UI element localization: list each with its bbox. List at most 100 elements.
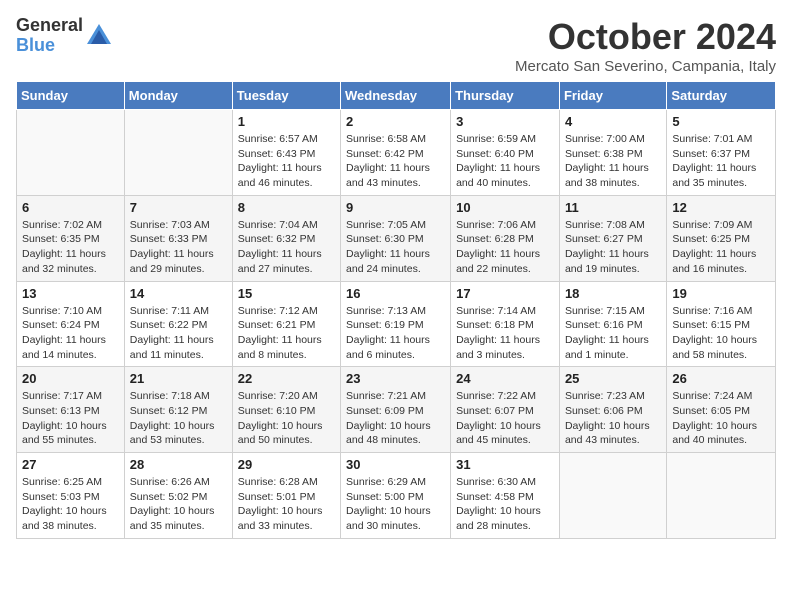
day-info: Sunrise: 6:26 AMSunset: 5:02 PMDaylight:… <box>130 475 227 534</box>
day-number: 2 <box>346 114 445 129</box>
calendar-cell: 3 Sunrise: 6:59 AMSunset: 6:40 PMDaylight… <box>451 110 560 196</box>
day-number: 18 <box>565 286 661 301</box>
day-info: Sunrise: 7:09 AMSunset: 6:25 PMDaylight:… <box>672 218 770 277</box>
calendar-cell: 6Sunrise: 7:02 AMSunset: 6:35 PMDaylight… <box>17 195 125 281</box>
calendar-week-row: 1 Sunrise: 6:57 AMSunset: 6:43 PMDaylight… <box>17 110 776 196</box>
day-number: 25 <box>565 371 661 386</box>
calendar-cell: 14 Sunrise: 7:11 AMSunset: 6:22 PMDayligh… <box>124 281 232 367</box>
day-info: Sunrise: 7:21 AMSunset: 6:09 PMDaylight:… <box>346 389 445 448</box>
calendar-cell: 10 Sunrise: 7:06 AMSunset: 6:28 PMDayligh… <box>451 195 560 281</box>
day-info: Sunrise: 7:23 AMSunset: 6:06 PMDaylight:… <box>565 389 661 448</box>
calendar-cell: 20 Sunrise: 7:17 AMSunset: 6:13 PMDayligh… <box>17 367 125 453</box>
day-number: 8 <box>238 200 335 215</box>
day-number: 28 <box>130 457 227 472</box>
day-info: Sunrise: 7:13 AMSunset: 6:19 PMDaylight:… <box>346 304 445 363</box>
day-info: Sunrise: 7:11 AMSunset: 6:22 PMDaylight:… <box>130 304 227 363</box>
day-info: Sunrise: 7:24 AMSunset: 6:05 PMDaylight:… <box>672 389 770 448</box>
logo-general: General <box>16 16 83 36</box>
day-of-week-header: Friday <box>559 82 666 110</box>
day-info: Sunrise: 7:17 AMSunset: 6:13 PMDaylight:… <box>22 389 119 448</box>
calendar-cell: 1 Sunrise: 6:57 AMSunset: 6:43 PMDaylight… <box>232 110 340 196</box>
day-number: 12 <box>672 200 770 215</box>
day-info: Sunrise: 6:57 AMSunset: 6:43 PMDaylight:… <box>238 132 335 191</box>
logo: General Blue <box>16 16 113 56</box>
day-number: 11 <box>565 200 661 215</box>
day-info: Sunrise: 7:14 AMSunset: 6:18 PMDaylight:… <box>456 304 554 363</box>
day-info: Sunrise: 6:59 AMSunset: 6:40 PMDaylight:… <box>456 132 554 191</box>
day-info: Sunrise: 7:02 AMSunset: 6:35 PMDaylight:… <box>22 218 119 277</box>
calendar-cell: 9 Sunrise: 7:05 AMSunset: 6:30 PMDaylight… <box>341 195 451 281</box>
day-number: 30 <box>346 457 445 472</box>
calendar-cell: 25 Sunrise: 7:23 AMSunset: 6:06 PMDayligh… <box>559 367 666 453</box>
calendar-cell: 5Sunrise: 7:01 AMSunset: 6:37 PMDaylight… <box>667 110 776 196</box>
calendar-week-row: 20 Sunrise: 7:17 AMSunset: 6:13 PMDayligh… <box>17 367 776 453</box>
day-number: 15 <box>238 286 335 301</box>
day-info: Sunrise: 7:06 AMSunset: 6:28 PMDaylight:… <box>456 218 554 277</box>
day-info: Sunrise: 7:22 AMSunset: 6:07 PMDaylight:… <box>456 389 554 448</box>
title-block: October 2024 Mercato San Severino, Campa… <box>515 16 776 75</box>
day-number: 22 <box>238 371 335 386</box>
day-info: Sunrise: 7:04 AMSunset: 6:32 PMDaylight:… <box>238 218 335 277</box>
day-number: 13 <box>22 286 119 301</box>
calendar-cell: 21 Sunrise: 7:18 AMSunset: 6:12 PMDayligh… <box>124 367 232 453</box>
location: Mercato San Severino, Campania, Italy <box>515 58 776 75</box>
calendar-cell: 2 Sunrise: 6:58 AMSunset: 6:42 PMDaylight… <box>341 110 451 196</box>
day-number: 16 <box>346 286 445 301</box>
day-number: 5 <box>672 114 770 129</box>
day-number: 10 <box>456 200 554 215</box>
calendar-cell <box>17 110 125 196</box>
day-number: 31 <box>456 457 554 472</box>
day-of-week-header: Tuesday <box>232 82 340 110</box>
page-header: General Blue October 2024 Mercato San Se… <box>16 16 776 75</box>
calendar-week-row: 13Sunrise: 7:10 AMSunset: 6:24 PMDayligh… <box>17 281 776 367</box>
day-number: 29 <box>238 457 335 472</box>
day-info: Sunrise: 6:58 AMSunset: 6:42 PMDaylight:… <box>346 132 445 191</box>
day-info: Sunrise: 7:08 AMSunset: 6:27 PMDaylight:… <box>565 218 661 277</box>
day-info: Sunrise: 7:00 AMSunset: 6:38 PMDaylight:… <box>565 132 661 191</box>
calendar-cell <box>667 453 776 539</box>
calendar-cell: 26 Sunrise: 7:24 AMSunset: 6:05 PMDayligh… <box>667 367 776 453</box>
day-info: Sunrise: 7:05 AMSunset: 6:30 PMDaylight:… <box>346 218 445 277</box>
calendar-cell: 18Sunrise: 7:15 AMSunset: 6:16 PMDayligh… <box>559 281 666 367</box>
day-number: 19 <box>672 286 770 301</box>
calendar-week-row: 27 Sunrise: 6:25 AMSunset: 5:03 PMDayligh… <box>17 453 776 539</box>
calendar-cell: 28 Sunrise: 6:26 AMSunset: 5:02 PMDayligh… <box>124 453 232 539</box>
day-info: Sunrise: 6:25 AMSunset: 5:03 PMDaylight:… <box>22 475 119 534</box>
calendar-cell: 8 Sunrise: 7:04 AMSunset: 6:32 PMDaylight… <box>232 195 340 281</box>
day-of-week-header: Wednesday <box>341 82 451 110</box>
day-number: 23 <box>346 371 445 386</box>
day-info: Sunrise: 6:29 AMSunset: 5:00 PMDaylight:… <box>346 475 445 534</box>
day-number: 27 <box>22 457 119 472</box>
day-number: 20 <box>22 371 119 386</box>
day-info: Sunrise: 7:16 AMSunset: 6:15 PMDaylight:… <box>672 304 770 363</box>
day-info: Sunrise: 6:28 AMSunset: 5:01 PMDaylight:… <box>238 475 335 534</box>
day-of-week-header: Monday <box>124 82 232 110</box>
calendar-cell: 23 Sunrise: 7:21 AMSunset: 6:09 PMDayligh… <box>341 367 451 453</box>
day-info: Sunrise: 7:03 AMSunset: 6:33 PMDaylight:… <box>130 218 227 277</box>
calendar-cell: 24 Sunrise: 7:22 AMSunset: 6:07 PMDayligh… <box>451 367 560 453</box>
day-info: Sunrise: 7:18 AMSunset: 6:12 PMDaylight:… <box>130 389 227 448</box>
day-number: 14 <box>130 286 227 301</box>
day-number: 26 <box>672 371 770 386</box>
calendar: SundayMondayTuesdayWednesdayThursdayFrid… <box>16 81 776 539</box>
calendar-cell: 30 Sunrise: 6:29 AMSunset: 5:00 PMDayligh… <box>341 453 451 539</box>
day-number: 17 <box>456 286 554 301</box>
day-number: 24 <box>456 371 554 386</box>
calendar-week-row: 6Sunrise: 7:02 AMSunset: 6:35 PMDaylight… <box>17 195 776 281</box>
day-info: Sunrise: 7:12 AMSunset: 6:21 PMDaylight:… <box>238 304 335 363</box>
calendar-cell <box>559 453 666 539</box>
day-number: 4 <box>565 114 661 129</box>
calendar-cell: 19 Sunrise: 7:16 AMSunset: 6:15 PMDayligh… <box>667 281 776 367</box>
day-info: Sunrise: 6:30 AMSunset: 4:58 PMDaylight:… <box>456 475 554 534</box>
day-of-week-header: Saturday <box>667 82 776 110</box>
day-of-week-header: Thursday <box>451 82 560 110</box>
month-title: October 2024 <box>515 16 776 58</box>
calendar-cell: 13Sunrise: 7:10 AMSunset: 6:24 PMDayligh… <box>17 281 125 367</box>
day-number: 1 <box>238 114 335 129</box>
calendar-cell: 27 Sunrise: 6:25 AMSunset: 5:03 PMDayligh… <box>17 453 125 539</box>
day-number: 3 <box>456 114 554 129</box>
calendar-cell: 4 Sunrise: 7:00 AMSunset: 6:38 PMDaylight… <box>559 110 666 196</box>
day-number: 21 <box>130 371 227 386</box>
logo-icon <box>85 22 113 50</box>
day-number: 9 <box>346 200 445 215</box>
